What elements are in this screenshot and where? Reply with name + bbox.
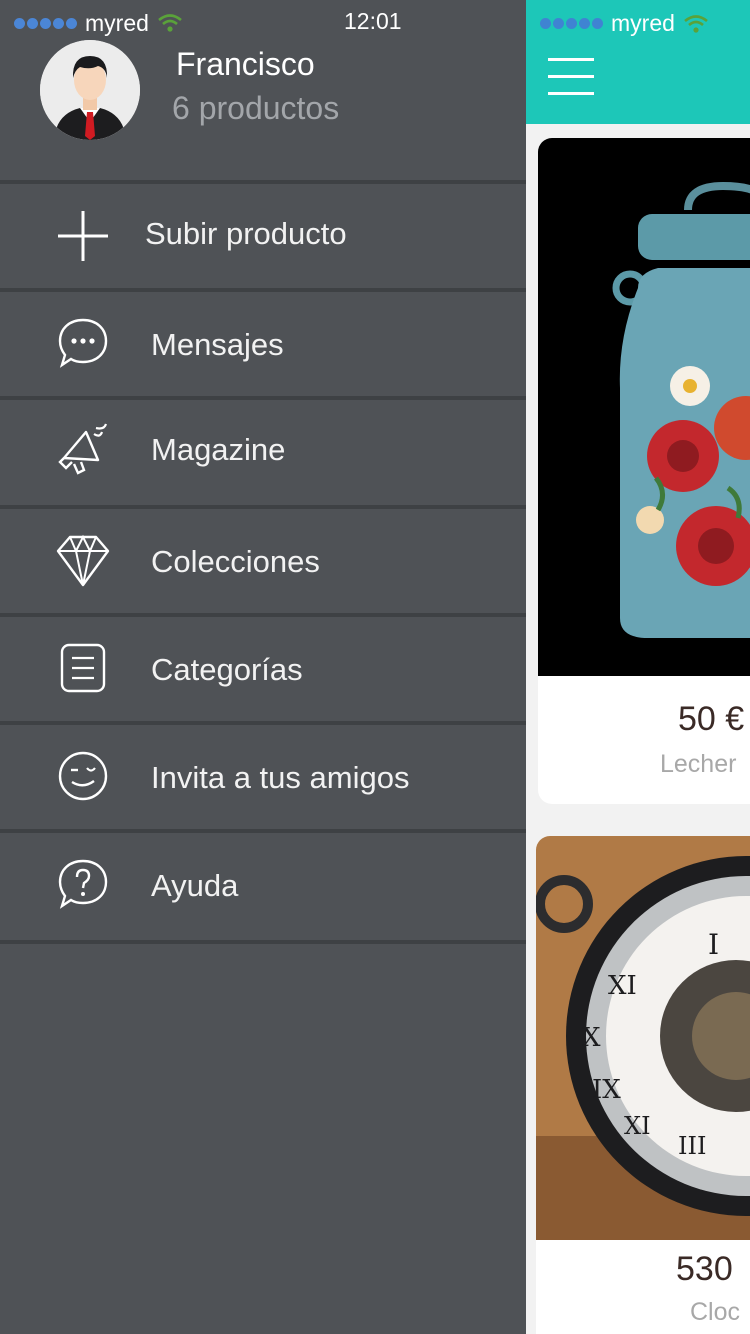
- menu-item-subir-producto[interactable]: Subir producto: [0, 185, 526, 285]
- product-image: I XI X IX XI III: [536, 836, 750, 1240]
- carrier-name: myred: [85, 9, 149, 36]
- status-bar: myred: [540, 10, 709, 37]
- signal-strength-icon: [540, 18, 603, 29]
- plus-icon: [58, 211, 108, 261]
- menu-item-ayuda[interactable]: Ayuda: [0, 833, 526, 933]
- menu-item-label: Subir producto: [145, 216, 347, 251]
- diamond-icon: [56, 534, 110, 587]
- menu-item-label: Ayuda: [151, 868, 239, 903]
- divider: [0, 940, 526, 944]
- product-name: Lecher: [660, 750, 737, 778]
- wifi-icon: [158, 14, 182, 32]
- status-time: 12:01: [344, 8, 402, 34]
- chat-bubble-icon: [58, 318, 108, 368]
- menu-item-label: Invita a tus amigos: [151, 760, 410, 795]
- top-bar: myred: [526, 0, 750, 124]
- menu-item-invita[interactable]: Invita a tus amigos: [0, 725, 526, 825]
- list-icon: [60, 643, 106, 693]
- product-image: [538, 138, 750, 676]
- signal-strength-icon: [14, 17, 77, 29]
- product-price: 530: [676, 1250, 733, 1288]
- main-feed-panel[interactable]: myred 50 € Lecher I XI X IX XI III 530 C…: [526, 0, 750, 1334]
- menu-item-colecciones[interactable]: Colecciones: [0, 509, 526, 609]
- product-card[interactable]: 50 € Lecher: [538, 138, 750, 804]
- menu-item-label: Mensajes: [151, 327, 284, 362]
- user-product-count: 6 productos: [172, 90, 340, 126]
- menu-item-categorias[interactable]: Categorías: [0, 617, 526, 717]
- product-price: 50 €: [678, 700, 745, 738]
- menu-item-mensajes[interactable]: Mensajes: [0, 292, 526, 392]
- megaphone-icon: [58, 423, 108, 475]
- svg-text:X: X: [582, 1023, 601, 1053]
- svg-text:XI: XI: [608, 971, 637, 1001]
- product-name: Cloc: [690, 1298, 741, 1326]
- user-name: Francisco: [176, 46, 315, 82]
- menu-item-label: Colecciones: [151, 544, 320, 579]
- carrier-name: myred: [611, 10, 675, 36]
- help-bubble-icon: [58, 859, 108, 909]
- wifi-icon: [684, 14, 708, 33]
- svg-text:XI: XI: [624, 1112, 651, 1140]
- avatar[interactable]: [40, 40, 140, 140]
- product-card[interactable]: I XI X IX XI III 530 Cloc: [536, 836, 750, 1334]
- svg-text:I: I: [708, 928, 719, 961]
- menu-item-label: Categorías: [151, 652, 303, 687]
- divider: [0, 180, 526, 184]
- status-bar: myred: [14, 8, 183, 38]
- side-drawer: myred 12:01 Francisco 6 productos Subir …: [0, 0, 526, 1334]
- svg-text:IX: IX: [592, 1075, 621, 1105]
- menu-icon[interactable]: [548, 58, 594, 109]
- svg-text:III: III: [678, 1132, 706, 1160]
- menu-item-label: Magazine: [151, 432, 286, 467]
- wink-face-icon: [58, 751, 108, 801]
- menu-item-magazine[interactable]: Magazine: [0, 400, 526, 500]
